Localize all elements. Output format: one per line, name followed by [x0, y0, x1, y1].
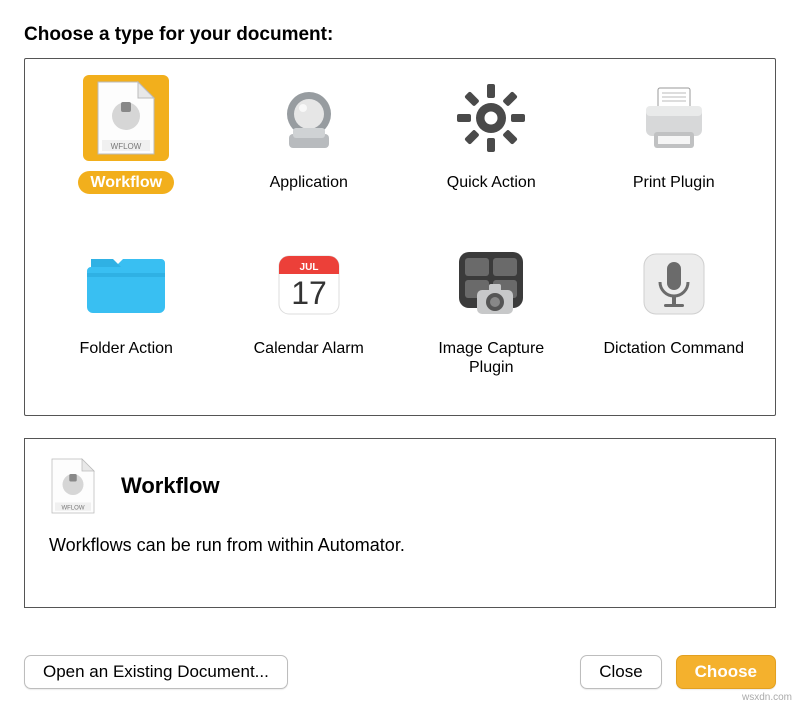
type-label: Quick Action [435, 171, 548, 194]
type-print-plugin[interactable]: Print Plugin [583, 71, 766, 231]
application-icon [266, 75, 352, 161]
type-dictation-command[interactable]: Dictation Command [583, 237, 766, 397]
type-label: Calendar Alarm [242, 337, 376, 360]
type-quick-action[interactable]: Quick Action [400, 71, 583, 231]
gear-icon [448, 75, 534, 161]
printer-icon [631, 75, 717, 161]
dialog-title: Choose a type for your document: [24, 24, 776, 46]
type-label: Dictation Command [592, 337, 757, 360]
microphone-icon [631, 241, 717, 327]
description-body: Workflows can be run from within Automat… [49, 535, 751, 556]
dialog-footer: Open an Existing Document... Close Choos… [24, 637, 776, 689]
choose-button[interactable]: Choose [676, 655, 776, 689]
type-application[interactable]: Application [218, 71, 401, 231]
workflow-icon: WFLOW [83, 75, 169, 161]
watermark: wsxdn.com [742, 692, 792, 703]
svg-text:WFLOW: WFLOW [62, 505, 85, 511]
type-image-capture[interactable]: Image Capture Plugin [400, 237, 583, 397]
type-grid: WFLOW Workflow Application [35, 71, 765, 397]
calendar-icon: JUL 17 [266, 241, 352, 327]
calendar-month: JUL [299, 262, 318, 273]
wflow-badge: WFLOW [111, 142, 142, 151]
calendar-day: 17 [291, 275, 327, 311]
type-folder-action[interactable]: Folder Action [35, 237, 218, 397]
type-workflow[interactable]: WFLOW Workflow [35, 71, 218, 231]
close-button[interactable]: Close [580, 655, 661, 689]
type-label: Image Capture Plugin [404, 337, 578, 379]
workflow-icon: WFLOW [49, 457, 97, 515]
type-calendar-alarm[interactable]: JUL 17 Calendar Alarm [218, 237, 401, 397]
type-grid-panel: WFLOW Workflow Application [24, 58, 776, 416]
type-label: Print Plugin [621, 171, 727, 194]
type-label: Application [258, 171, 360, 194]
description-title: Workflow [121, 473, 220, 499]
type-label: Workflow [78, 171, 174, 194]
type-label: Folder Action [68, 337, 185, 360]
image-capture-icon [448, 241, 534, 327]
description-panel: WFLOW Workflow Workflows can be run from… [24, 438, 776, 608]
open-existing-button[interactable]: Open an Existing Document... [24, 655, 288, 689]
folder-icon [83, 241, 169, 327]
